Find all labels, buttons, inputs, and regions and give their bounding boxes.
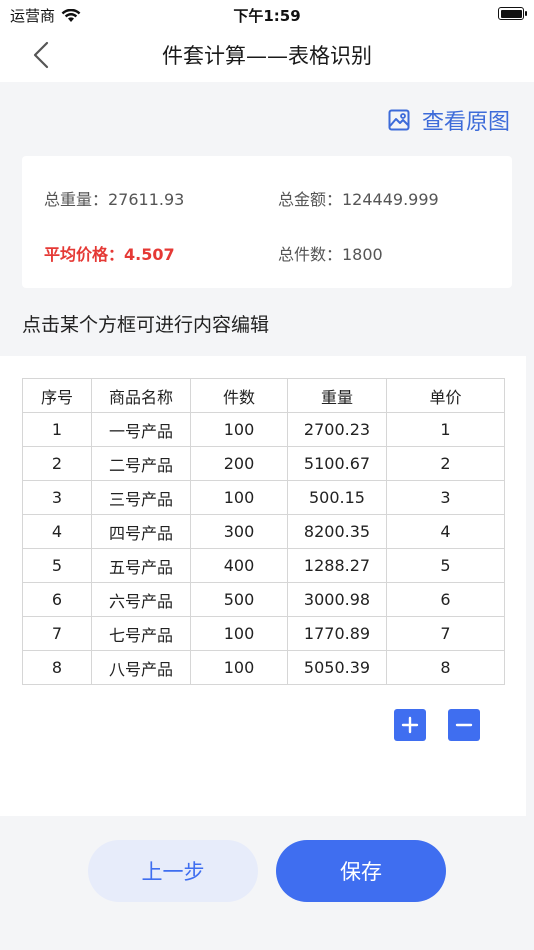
table-cell[interactable]: 100: [190, 650, 288, 685]
average-price: 平均价格：4.507: [44, 245, 175, 264]
view-original-button[interactable]: 查看原图: [388, 104, 510, 136]
table-row: 4 四号产品 300 8200.35 4: [22, 514, 505, 549]
previous-step-button[interactable]: 上一步: [88, 840, 258, 902]
table-cell[interactable]: 6: [386, 582, 505, 617]
table-row: 8 八号产品 100 5050.39 8: [22, 650, 505, 685]
table-cell[interactable]: 二号产品: [91, 446, 191, 481]
table-cell[interactable]: 4: [386, 514, 505, 549]
table-cell[interactable]: 七号产品: [91, 616, 191, 651]
minus-icon: [455, 723, 473, 727]
table-cell[interactable]: 3: [386, 480, 505, 515]
view-original-label: 查看原图: [421, 110, 510, 135]
table-cell[interactable]: 3: [22, 480, 92, 515]
table-cell[interactable]: 6: [22, 582, 92, 617]
nav-bar: 件套计算——表格识别: [0, 28, 534, 82]
data-table: 序号 商品名称 件数 重量 单价 1 一号产品 100 2700.23 1 2 …: [22, 378, 505, 685]
table-cell[interactable]: 100: [190, 616, 288, 651]
table-cell[interactable]: 5: [386, 548, 505, 583]
status-time: 下午1:59: [233, 7, 301, 25]
table-cell[interactable]: 2700.23: [287, 412, 387, 447]
table-cell[interactable]: 7: [22, 616, 92, 651]
status-bar: 运营商 下午1:59: [0, 0, 534, 28]
summary-card: 总重量：27611.93 总金额：124449.999 平均价格：4.507 总…: [22, 156, 512, 288]
plus-icon: [401, 716, 419, 734]
header-product-name: 商品名称: [91, 378, 191, 413]
table-cell[interactable]: 2: [386, 446, 505, 481]
table-cell[interactable]: 200: [190, 446, 288, 481]
table-cell[interactable]: 一号产品: [91, 412, 191, 447]
table-card: 序号 商品名称 件数 重量 单价 1 一号产品 100 2700.23 1 2 …: [0, 356, 526, 816]
total-weight: 总重量：27611.93: [44, 190, 185, 209]
table-cell[interactable]: 100: [190, 412, 288, 447]
header-unit-price: 单价: [386, 378, 505, 413]
table-cell[interactable]: 7: [386, 616, 505, 651]
table-row: 3 三号产品 100 500.15 3: [22, 480, 505, 515]
table-cell[interactable]: 8: [22, 650, 92, 685]
table-cell[interactable]: 4: [22, 514, 92, 549]
footer-bar: 上一步 保存: [0, 816, 534, 950]
table-cell[interactable]: 三号产品: [91, 480, 191, 515]
table-cell[interactable]: 300: [190, 514, 288, 549]
table-cell[interactable]: 四号产品: [91, 514, 191, 549]
table-cell[interactable]: 5050.39: [287, 650, 387, 685]
header-index: 序号: [22, 378, 92, 413]
table-cell[interactable]: 2: [22, 446, 92, 481]
table-cell[interactable]: 500.15: [287, 480, 387, 515]
image-icon: [388, 109, 410, 131]
table-row: 7 七号产品 100 1770.89 7: [22, 616, 505, 651]
remove-row-button[interactable]: [448, 709, 480, 741]
table-header-row: 序号 商品名称 件数 重量 单价: [22, 378, 505, 413]
page-title: 件套计算——表格识别: [162, 44, 372, 68]
table-cell[interactable]: 8200.35: [287, 514, 387, 549]
add-row-button[interactable]: [394, 709, 426, 741]
table-cell[interactable]: 8: [386, 650, 505, 685]
table-cell[interactable]: 500: [190, 582, 288, 617]
table-cell[interactable]: 五号产品: [91, 548, 191, 583]
table-cell[interactable]: 100: [190, 480, 288, 515]
header-weight: 重量: [287, 378, 387, 413]
table-cell[interactable]: 3000.98: [287, 582, 387, 617]
table-row: 2 二号产品 200 5100.67 2: [22, 446, 505, 481]
table-cell[interactable]: 1: [386, 412, 505, 447]
battery-icon: [498, 7, 527, 20]
table-cell[interactable]: 1288.27: [287, 548, 387, 583]
total-amount: 总金额：124449.999: [278, 190, 439, 209]
total-pieces: 总件数：1800: [278, 245, 383, 264]
table-cell[interactable]: 400: [190, 548, 288, 583]
table-row: 6 六号产品 500 3000.98 6: [22, 582, 505, 617]
table-row: 5 五号产品 400 1288.27 5: [22, 548, 505, 583]
table-cell[interactable]: 5100.67: [287, 446, 387, 481]
save-button[interactable]: 保存: [276, 840, 446, 902]
table-cell[interactable]: 八号产品: [91, 650, 191, 685]
table-cell[interactable]: 六号产品: [91, 582, 191, 617]
table-cell[interactable]: 1770.89: [287, 616, 387, 651]
table-cell[interactable]: 5: [22, 548, 92, 583]
header-pieces: 件数: [190, 378, 288, 413]
edit-hint: 点击某个方框可进行内容编辑: [22, 314, 270, 336]
table-cell[interactable]: 1: [22, 412, 92, 447]
table-row: 1 一号产品 100 2700.23 1: [22, 412, 505, 447]
